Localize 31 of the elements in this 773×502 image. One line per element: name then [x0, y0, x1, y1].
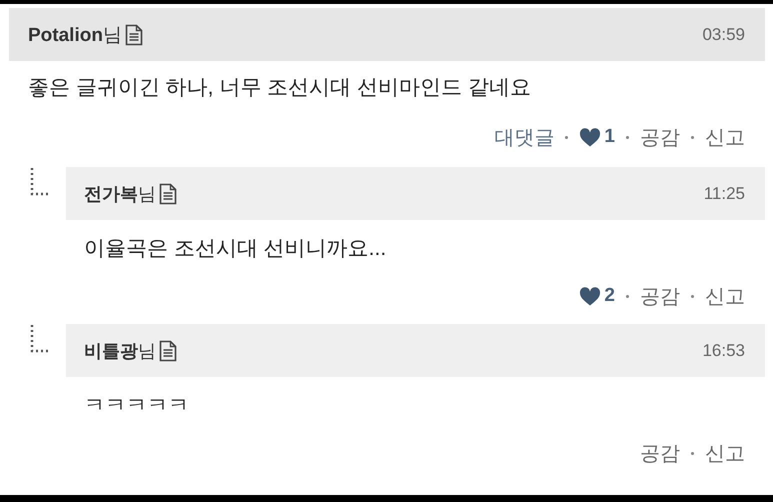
- report-link[interactable]: 신고: [705, 440, 745, 466]
- document-icon: [159, 182, 177, 204]
- reply-branch-icon: [29, 167, 49, 197]
- separator-dot: [691, 136, 694, 138]
- separator-dot: [691, 294, 694, 298]
- comment-text: 이율곡은 조선시대 선비니까요...: [83, 236, 388, 262]
- comment-time: 16:53: [702, 340, 745, 360]
- heart-icon: [579, 286, 602, 306]
- empathize-link[interactable]: 공감: [640, 124, 680, 150]
- separator-dot: [626, 294, 629, 298]
- separator-dot: [691, 452, 694, 454]
- reply-branch-icon: [29, 324, 49, 354]
- reply-link[interactable]: 대댓글: [494, 124, 554, 150]
- report-link[interactable]: 신고: [705, 282, 745, 310]
- author-name[interactable]: Potalion님: [28, 22, 122, 48]
- comment-time: 03:59: [702, 24, 745, 44]
- separator-dot: [565, 136, 568, 138]
- like-count: 1: [579, 126, 615, 148]
- document-icon: [159, 340, 177, 362]
- empathize-link[interactable]: 공감: [640, 440, 680, 466]
- author-name[interactable]: 비틀광님: [84, 338, 156, 362]
- document-icon: [124, 24, 143, 46]
- like-count: 2: [579, 285, 615, 307]
- separator-dot: [626, 136, 629, 138]
- comment-text: 좋은 글귀이긴 하나, 너무 조선시대 선비마인드 같네요: [27, 75, 532, 101]
- author-name[interactable]: 전가복님: [84, 182, 156, 206]
- empathize-link[interactable]: 공감: [640, 282, 680, 310]
- comment-time: 11:25: [704, 184, 745, 204]
- comment-text: ㅋㅋㅋㅋㅋ: [83, 393, 190, 419]
- report-link[interactable]: 신고: [705, 124, 745, 150]
- heart-icon: [579, 128, 602, 146]
